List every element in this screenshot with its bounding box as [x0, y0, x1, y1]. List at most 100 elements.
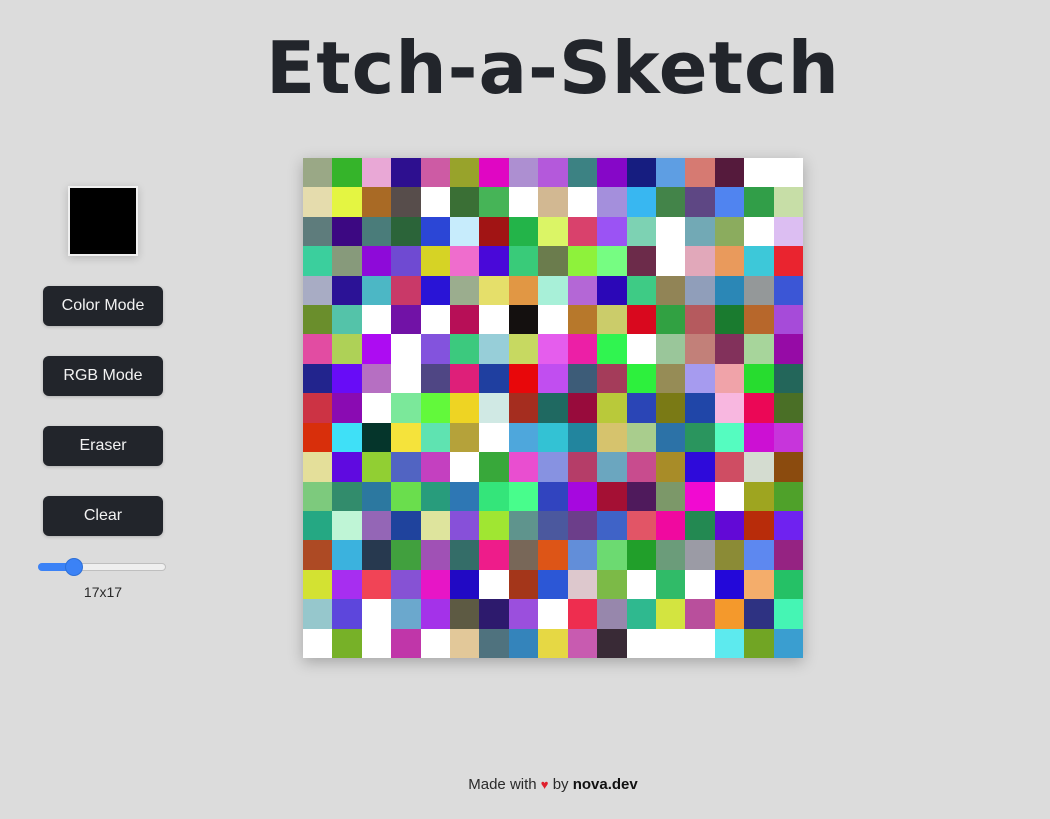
grid-cell[interactable] [332, 510, 362, 541]
grid-cell[interactable] [744, 510, 774, 541]
grid-cell[interactable] [332, 393, 362, 423]
color-picker[interactable] [68, 186, 138, 256]
grid-cell[interactable] [303, 540, 333, 570]
grid-cell[interactable] [420, 187, 451, 217]
grid-cell[interactable] [685, 628, 715, 658]
grid-cell[interactable] [508, 628, 539, 658]
grid-cell[interactable] [597, 452, 627, 482]
grid-cell[interactable] [508, 187, 539, 217]
grid-cell[interactable] [420, 599, 451, 629]
grid-cell[interactable] [361, 452, 392, 482]
grid-cell[interactable] [538, 275, 568, 306]
grid-cell[interactable] [361, 275, 392, 306]
grid-cell[interactable] [479, 246, 509, 276]
grid-cell[interactable] [685, 363, 715, 394]
grid-cell[interactable] [714, 275, 745, 306]
grid-cell[interactable] [538, 393, 568, 423]
grid-cell[interactable] [538, 246, 568, 276]
grid-cell[interactable] [391, 510, 421, 541]
grid-cell[interactable] [538, 569, 568, 600]
grid-cell[interactable] [567, 481, 598, 511]
grid-cell[interactable] [420, 540, 451, 570]
grid-cell[interactable] [773, 599, 803, 629]
grid-cell[interactable] [303, 305, 333, 335]
grid-cell[interactable] [655, 275, 686, 306]
grid-cell[interactable] [479, 422, 509, 453]
grid-cell[interactable] [508, 540, 539, 570]
grid-cell[interactable] [361, 422, 392, 453]
grid-cell[interactable] [391, 540, 421, 570]
grid-cell[interactable] [714, 216, 745, 247]
grid-cell[interactable] [655, 452, 686, 482]
grid-cell[interactable] [332, 422, 362, 453]
grid-cell[interactable] [450, 452, 480, 482]
grid-cell[interactable] [420, 481, 451, 511]
grid-cell[interactable] [597, 275, 627, 306]
grid-cell[interactable] [626, 158, 656, 188]
grid-cell[interactable] [567, 599, 598, 629]
grid-cell[interactable] [685, 334, 715, 364]
grid-cell[interactable] [567, 363, 598, 394]
grid-cell[interactable] [626, 569, 656, 600]
grid-cell[interactable] [420, 305, 451, 335]
grid-cell[interactable] [655, 393, 686, 423]
grid-cell[interactable] [450, 363, 480, 394]
grid-cell[interactable] [773, 334, 803, 364]
grid-cell[interactable] [567, 216, 598, 247]
grid-cell[interactable] [744, 363, 774, 394]
grid-cell[interactable] [361, 481, 392, 511]
grid-cell[interactable] [744, 599, 774, 629]
grid-cell[interactable] [508, 216, 539, 247]
grid-cell[interactable] [303, 481, 333, 511]
grid-cell[interactable] [303, 187, 333, 217]
grid-cell[interactable] [714, 452, 745, 482]
grid-cell[interactable] [538, 187, 568, 217]
grid-cell[interactable] [773, 158, 803, 188]
grid-cell[interactable] [714, 481, 745, 511]
grid-cell[interactable] [361, 334, 392, 364]
grid-cell[interactable] [420, 452, 451, 482]
grid-cell[interactable] [303, 393, 333, 423]
grid-cell[interactable] [538, 216, 568, 247]
grid-cell[interactable] [361, 216, 392, 247]
grid-cell[interactable] [361, 569, 392, 600]
grid-cell[interactable] [626, 187, 656, 217]
grid-cell[interactable] [744, 275, 774, 306]
grid-cell[interactable] [714, 393, 745, 423]
grid-cell[interactable] [567, 628, 598, 658]
grid-cell[interactable] [597, 599, 627, 629]
grid-cell[interactable] [420, 510, 451, 541]
grid-cell[interactable] [567, 422, 598, 453]
grid-cell[interactable] [744, 158, 774, 188]
grid-cell[interactable] [303, 363, 333, 394]
grid-cell[interactable] [744, 393, 774, 423]
grid-cell[interactable] [450, 275, 480, 306]
slider-thumb[interactable] [66, 559, 83, 575]
grid-cell[interactable] [685, 510, 715, 541]
grid-cell[interactable] [391, 599, 421, 629]
grid-cell[interactable] [714, 628, 745, 658]
grid-cell[interactable] [479, 452, 509, 482]
grid-cell[interactable] [479, 275, 509, 306]
grid-cell[interactable] [626, 334, 656, 364]
grid-cell[interactable] [479, 158, 509, 188]
grid-cell[interactable] [567, 452, 598, 482]
grid-cell[interactable] [391, 481, 421, 511]
grid-cell[interactable] [714, 187, 745, 217]
grid-cell[interactable] [744, 305, 774, 335]
grid-cell[interactable] [685, 422, 715, 453]
grid-cell[interactable] [479, 216, 509, 247]
grid-cell[interactable] [450, 187, 480, 217]
grid-cell[interactable] [626, 305, 656, 335]
grid-cell[interactable] [332, 628, 362, 658]
grid-cell[interactable] [303, 599, 333, 629]
grid-cell[interactable] [714, 363, 745, 394]
grid-cell[interactable] [714, 334, 745, 364]
grid-cell[interactable] [479, 628, 509, 658]
grid-cell[interactable] [744, 246, 774, 276]
grid-cell[interactable] [626, 422, 656, 453]
grid-cell[interactable] [391, 216, 421, 247]
grid-cell[interactable] [420, 334, 451, 364]
grid-cell[interactable] [714, 422, 745, 453]
grid-cell[interactable] [391, 187, 421, 217]
